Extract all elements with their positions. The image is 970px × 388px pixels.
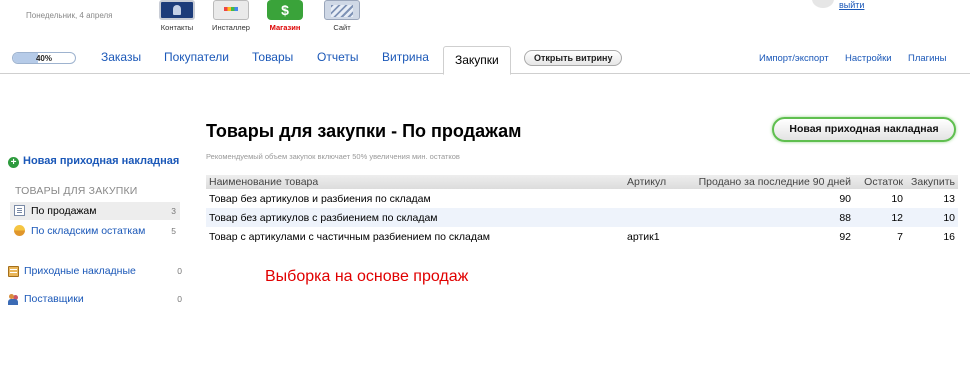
sidebar-new-invoice-label: Новая приходная накладная [23, 155, 180, 167]
sidebar-new-invoice-link[interactable]: + Новая приходная накладная [8, 151, 179, 169]
sold-cell: 90 [839, 192, 851, 205]
sidebar-item-by-sales[interactable]: По продажам 3 [10, 202, 180, 220]
column-header-to-buy[interactable]: Закупить [906, 175, 958, 189]
new-invoice-button[interactable]: Новая приходная накладная [772, 117, 956, 142]
product-name-cell[interactable]: Товар без артикулов и разбиения по склад… [206, 189, 624, 208]
app-installer-label: Инсталлер [212, 23, 250, 32]
sku-cell: артик1 [627, 230, 660, 243]
sidebar-item-label: Приходные накладные [24, 265, 136, 277]
column-header-stock[interactable]: Остаток [854, 175, 906, 189]
app-installer[interactable]: Инсталлер [201, 0, 261, 32]
table-row[interactable]: Товар без артикулов с разбиением по скла… [206, 208, 958, 227]
app-contacts-label: Контакты [160, 23, 194, 32]
column-header-name[interactable]: Наименование товара [206, 175, 624, 189]
app-contacts[interactable]: Контакты [147, 0, 207, 32]
to-buy-cell: 10 [906, 208, 958, 227]
sidebar-item-label: По складским остаткам [31, 225, 146, 237]
sidebar-item-count: 5 [171, 226, 176, 236]
setup-progress-bar[interactable]: 40% [12, 52, 76, 64]
tab-orders[interactable]: Заказы [101, 50, 141, 64]
sku-cell [624, 208, 692, 227]
column-header-sku[interactable]: Артикул [624, 175, 692, 189]
top-header: Понедельник, 4 апреля Контакты Инсталлер… [0, 0, 970, 38]
stock-cell: 7 [897, 230, 903, 243]
page-subtitle: Рекомендуемый объем закупок включает 50%… [206, 152, 460, 161]
document-icon [14, 205, 25, 216]
sidebar-item-suppliers[interactable]: Поставщики 0 [6, 292, 186, 308]
sidebar-section-heading: ТОВАРЫ ДЛЯ ЗАКУПКИ [15, 185, 138, 197]
tab-customers[interactable]: Покупатели [164, 50, 229, 64]
plugins-link[interactable]: Плагины [908, 53, 947, 64]
product-name-cell[interactable]: Товар с артикулами с частичным разбиение… [206, 227, 624, 246]
sidebar-item-label: Поставщики [24, 293, 84, 305]
products-table: Наименование товара Артикул Продано за п… [206, 175, 958, 246]
table-row[interactable]: Товар с артикулами с частичным разбиение… [206, 227, 958, 246]
tab-storefront[interactable]: Витрина [382, 50, 429, 64]
open-storefront-button[interactable]: Открыть витрину [524, 50, 623, 66]
sidebar-item-count: 0 [177, 266, 182, 276]
shop-info: Понедельник, 4 апреля [26, 0, 136, 20]
column-header-sold-90-days[interactable]: Продано за последние 90 дней [692, 175, 854, 189]
site-icon [324, 0, 360, 20]
installer-icon [213, 0, 249, 20]
sidebar-item-count: 0 [177, 294, 182, 304]
page-title: Товары для закупки - По продажам [206, 121, 522, 141]
suppliers-icon [8, 294, 19, 305]
contacts-icon [159, 0, 195, 20]
settings-link[interactable]: Настройки [845, 53, 892, 64]
sold-cell: 92 [839, 230, 851, 243]
current-date: Понедельник, 4 апреля [26, 11, 113, 20]
annotation-caption: Выборка на основе продаж [265, 268, 469, 285]
table-header-row: Наименование товара Артикул Продано за п… [206, 175, 958, 189]
sidebar-item-by-stock[interactable]: По складским остаткам 5 [10, 222, 180, 240]
shop-icon [267, 0, 303, 20]
sidebar-item-label: По продажам [31, 205, 97, 217]
sidebar-item-count: 3 [171, 206, 176, 216]
app-shop-label: Магазин [269, 23, 301, 32]
sold-cell: 88 [692, 208, 854, 227]
tab-purchases[interactable]: Закупки [443, 46, 511, 75]
app-site-label: Сайт [333, 23, 351, 32]
logout-link[interactable]: выйти [839, 0, 864, 10]
main-navigation: 40% Заказы Покупатели Товары Отчеты Витр… [0, 40, 970, 75]
table-row[interactable]: Товар без артикулов и разбиения по склад… [206, 189, 958, 208]
avatar[interactable] [812, 0, 834, 8]
stock-cell: 10 [891, 192, 903, 205]
app-site[interactable]: Сайт [312, 0, 372, 32]
product-name-cell[interactable]: Товар без артикулов с разбиением по скла… [206, 208, 624, 227]
stock-cell: 12 [854, 208, 906, 227]
pill-icon [14, 225, 25, 236]
to-buy-cell: 13 [943, 192, 955, 205]
sidebar-item-invoices[interactable]: Приходные накладные 0 [6, 264, 186, 280]
plus-icon: + [8, 157, 19, 168]
invoice-icon [8, 266, 19, 277]
import-export-link[interactable]: Импорт/экспорт [759, 53, 829, 64]
to-buy-cell: 16 [943, 230, 955, 243]
sku-cell [624, 189, 692, 208]
progress-label: 40% [35, 54, 52, 63]
app-shop[interactable]: Магазин [255, 0, 315, 32]
tab-products[interactable]: Товары [252, 50, 293, 64]
tab-reports[interactable]: Отчеты [317, 50, 358, 64]
